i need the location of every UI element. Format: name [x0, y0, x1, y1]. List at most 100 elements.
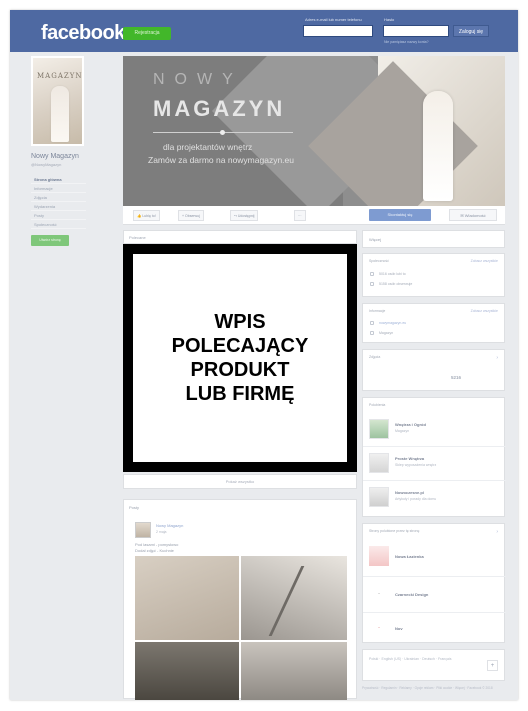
globe-icon [370, 321, 374, 325]
partner-logo-1[interactable] [369, 546, 389, 566]
partner-name-1[interactable]: Nowa Łazienka [395, 554, 424, 559]
post-author-name[interactable]: Nowy Magazyn [156, 523, 183, 528]
suggestion-thumb-1[interactable] [369, 419, 389, 439]
info-category: Magazyn [379, 331, 394, 335]
follow-icon [370, 282, 374, 286]
sidebar-item-community[interactable]: Społeczność [31, 220, 86, 229]
photos-count: 5216 [451, 375, 462, 380]
post-text-line2: Dodał zdjęć - Kuchnie [135, 548, 174, 553]
avatar-figure [51, 86, 69, 142]
language-list[interactable]: Polski · English (US) · Ukrainian · Deut… [369, 656, 479, 662]
liked-pages-card: Strony polubione przez tę stronę › Nowa … [362, 523, 506, 643]
message-label: Wiadomość [464, 213, 486, 218]
community-title: Społeczność [369, 259, 389, 263]
post-photo-4[interactable] [241, 642, 347, 700]
community-see-all-link[interactable]: Zobacz wszystkie [471, 259, 498, 263]
info-title: Informacje [369, 309, 386, 313]
suggestion-sub-3: Artykuły i porady dla domu [395, 497, 437, 501]
password-field[interactable] [383, 25, 449, 37]
posts-feed: Posty Nowy Magazyn 2 maja Pod lasami - p… [123, 499, 357, 700]
cover-tagline-2: Zamów za darmo na nowymagazyn.eu [148, 155, 294, 165]
login-button[interactable]: Zaloguj się [453, 25, 489, 37]
share-button[interactable]: ↪ Udostępnij [230, 210, 259, 221]
sidebar-item-posts[interactable]: Posty [31, 211, 86, 220]
partner-name-2[interactable]: Czarnecki Design [395, 592, 428, 597]
like-icon [370, 272, 374, 276]
partner-name-3[interactable]: Nov [395, 626, 403, 631]
cover-divider-dot [220, 130, 225, 135]
partner-logo-3[interactable]: ~ [369, 618, 389, 638]
community-likes: 5016 osób lubi to [379, 272, 406, 276]
suggestion-name-1[interactable]: Wnętrza i Ogród [395, 422, 426, 427]
divider [363, 446, 506, 447]
post-text-line1: Pod lasami - pomysłowo [135, 542, 179, 547]
facebook-logo[interactable]: facebook [41, 22, 125, 45]
page: facebook Rejestracja Adres e-mail lub nu… [0, 0, 528, 711]
like-label: Lubię to! [142, 214, 156, 218]
signup-button[interactable]: Rejestracja [123, 27, 171, 40]
follow-button[interactable]: + Obserwuj [178, 210, 204, 221]
cover-photo[interactable]: NOWY MAGAZYN dla projektantów wnętrz Zam… [123, 56, 505, 206]
suggestion-name-2[interactable]: Proste Wnętrza [395, 456, 424, 461]
language-card: Polski · English (US) · Ukrainian · Deut… [362, 649, 505, 681]
partner-logo-2[interactable]: ~ [369, 584, 389, 604]
like-button[interactable]: 👍 Lubię to! [133, 210, 160, 221]
post-timestamp[interactable]: 2 maja [156, 530, 167, 534]
chevron-right-icon[interactable]: › [496, 529, 498, 535]
more-button[interactable]: ··· [294, 210, 306, 221]
plus-icon[interactable]: + [487, 660, 498, 671]
section-header-featured: Polecane [123, 230, 357, 244]
cover-tagline-1: dla projektantów wnętrz [163, 142, 253, 152]
feed-title: Posty [129, 505, 140, 510]
follow-label: Obserwuj [185, 214, 200, 218]
info-website[interactable]: nowymagazyn.eu [379, 321, 406, 325]
sidebar-item-about[interactable]: Informacje [31, 184, 86, 193]
chevron-right-icon[interactable]: › [496, 355, 498, 361]
post-author-avatar[interactable] [135, 522, 151, 538]
page-name[interactable]: Nowy Magazyn [31, 153, 86, 160]
contact-button[interactable]: Skontaktuj się [369, 209, 431, 221]
divider [363, 612, 506, 613]
divider [363, 576, 506, 577]
info-see-all-link[interactable]: Zobacz wszystkie [471, 309, 498, 313]
page-action-bar: 👍 Lubię to! + Obserwuj ↪ Udostępnij ··· … [123, 206, 505, 225]
likes-title: Polubienia [369, 403, 386, 407]
info-card: Informacje Zobacz wszystkie nowymagazyn.… [362, 303, 505, 343]
suggestion-sub-1: Magazyn [395, 429, 410, 433]
suggestion-sub-2: Sklep wyposażenia wnętrz [395, 463, 437, 467]
liked-pages-title: Strony polubione przez tę stronę [369, 529, 420, 533]
post-photo-3[interactable] [135, 642, 239, 700]
suggestion-name-3[interactable]: Nowoczesne.pl [395, 490, 424, 495]
page-avatar[interactable]: MAGAZYN [31, 56, 84, 146]
cover-model-figure [423, 91, 453, 201]
sidebar-item-events[interactable]: Wydarzenia [31, 202, 86, 211]
create-page-button[interactable]: Utwórz stronę [31, 235, 69, 246]
sidebar-item-photos[interactable]: Zdjęcia [31, 193, 86, 202]
photos-title: Zdjęcia [369, 355, 381, 359]
likes-card: Polubienia Wnętrza i Ogród Magazyn Prost… [362, 397, 506, 517]
right-section-header: Więcej [362, 230, 505, 248]
post-photo-grid[interactable] [135, 556, 347, 700]
email-label: Adres e-mail lub numer telefonu [305, 17, 362, 22]
community-card: Społeczność Zobacz wszystkie 5016 osób l… [362, 253, 505, 297]
message-button[interactable]: ✉ Wiadomość [449, 209, 497, 221]
suggestion-thumb-3[interactable] [369, 487, 389, 507]
suggestion-thumb-2[interactable] [369, 453, 389, 473]
post-photo-2[interactable] [241, 556, 347, 640]
photos-card: Zdjęcia › 5216 [362, 349, 505, 391]
left-sidebar: MAGAZYN Nowy Magazyn @NowyMagazyn Strona… [31, 56, 86, 246]
facebook-page-screenshot: facebook Rejestracja Adres e-mail lub nu… [10, 10, 518, 700]
featured-post-placeholder: WPIS POLECAJĄCY PRODUKT LUB FIRMĘ [123, 244, 357, 472]
featured-post-text: WPIS POLECAJĄCY PRODUKT LUB FIRMĘ [171, 311, 309, 405]
forgot-account-link[interactable]: Nie pamiętasz nazwy konta? [384, 40, 429, 44]
cover-title-line2: MAGAZYN [153, 96, 286, 121]
post-photo-1[interactable] [135, 556, 239, 640]
sidebar-item-home[interactable]: Strona główna [31, 175, 86, 184]
legal-footer[interactable]: Prywatność · Regulamin · Reklamy · Opcje… [362, 686, 505, 691]
password-label: Hasło [384, 17, 395, 22]
divider [363, 480, 506, 481]
page-handle: @NowyMagazyn [31, 162, 62, 167]
email-field[interactable] [303, 25, 373, 37]
category-icon [370, 331, 374, 335]
show-all-link[interactable]: Pokaż wszystko [123, 474, 357, 489]
